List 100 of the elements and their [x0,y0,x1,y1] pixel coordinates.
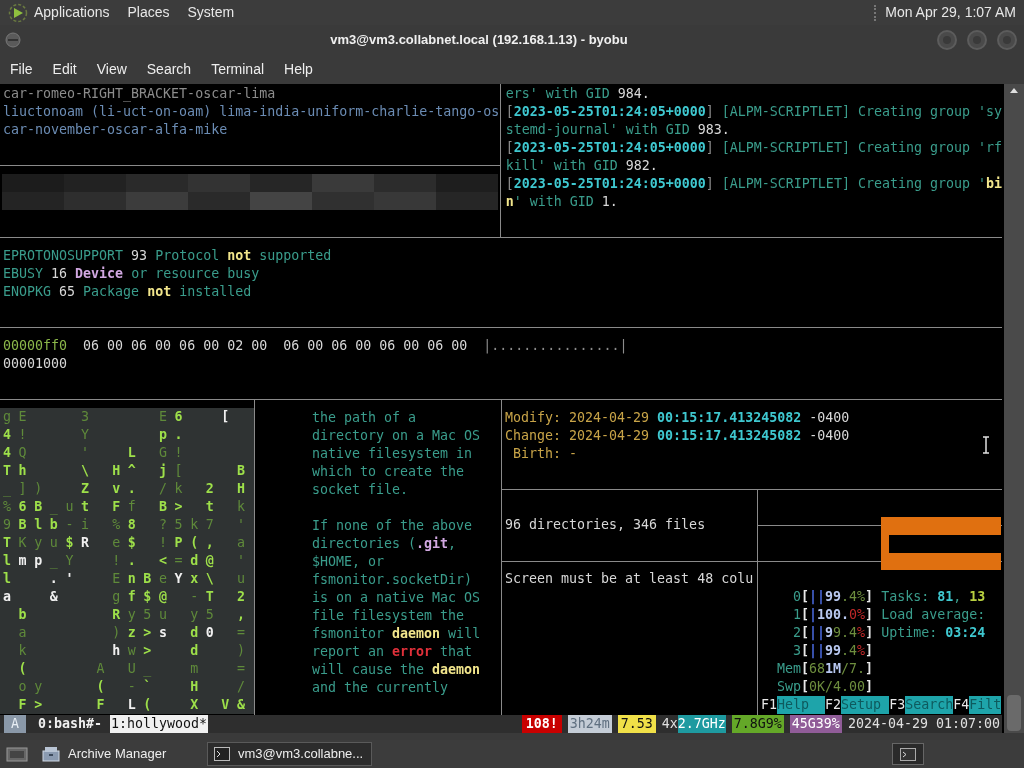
window-tab[interactable]: 1:hollywood* [110,715,209,733]
clock[interactable]: Mon Apr 29, 1:07 AM [885,2,1016,23]
close-button[interactable] [996,29,1018,51]
status-indicator: 4x [661,715,678,733]
matrix-glyph: _ [143,661,152,676]
terminal-line: fsmonitor daemon will [312,625,482,643]
matrix-glyph: u [65,499,74,514]
terminal-line: stemd-journal' with GID 983. [505,121,731,139]
maximize-button[interactable] [966,29,988,51]
scrollbar-thumb[interactable] [1007,695,1021,731]
taskbar-button[interactable]: vm3@vm3.collabne... [207,742,372,766]
terminal-line: EPROTONOSUPPORT 93 Protocol not supported [3,247,333,265]
panel-menu[interactable]: System [187,2,235,23]
matrix-glyph: ) [236,643,245,658]
matrix-glyph: y [127,607,136,622]
menu-item[interactable]: Terminal [211,59,265,80]
menu-item[interactable]: View [96,59,127,80]
terminal-line: 0[||99.4%] Tasks: 81, 13 [792,588,987,606]
matrix-glyph: u [236,571,245,586]
session-label: A [4,715,26,733]
matrix-glyph: k [236,499,245,514]
matrix-glyph: 4 [3,427,11,442]
window-icon[interactable] [4,31,22,49]
matrix-glyph: A [96,661,105,676]
scrollbar[interactable] [1004,84,1024,733]
matrix-glyph: B [34,499,43,514]
matrix-glyph: P [174,535,183,550]
matrix-glyph: 5 [143,607,152,622]
matrix-glyph: p [158,427,167,442]
matrix-glyph: ' [236,553,245,568]
matrix-glyph: ) [34,481,43,496]
matrix-glyph: F [112,499,121,514]
matrix-glyph: F [18,697,27,712]
terminal-line: Swp[0K/4.00] [776,678,875,696]
panel-menu[interactable]: Places [127,2,170,23]
matrix-glyph: , [236,607,245,622]
menu-item[interactable]: Edit [52,59,77,80]
matrix-glyph: . [49,571,58,586]
matrix-glyph: G [158,445,167,460]
matrix-glyph: k [174,481,183,496]
matrix-glyph: ( [143,697,152,712]
matrix-glyph: l [3,571,11,586]
matrix-glyph: ! [18,427,27,442]
menu-item[interactable]: Search [146,59,192,80]
matrix-glyph: Y [174,571,183,586]
matrix-glyph: E [158,409,167,424]
panel-menu[interactable]: Applications [34,2,110,23]
matrix-glyph: ^ [127,463,136,478]
matrix-glyph: . [174,427,183,442]
matrix-glyph: m [190,661,199,676]
matrix-glyph: [ [174,463,183,478]
matrix-glyph: v [112,481,121,496]
matrix-glyph: g [3,409,11,424]
terminal-line: file filesystem the [312,607,466,625]
matrix-glyph: e [158,571,167,586]
matrix-glyph: h [18,463,27,478]
matrix-glyph: B [158,499,167,514]
archive-icon [42,746,60,762]
window-tab[interactable]: 0:bash#- [38,715,103,733]
terminal-line: is on a native Mac OS [312,589,482,607]
matrix-glyph: h [112,643,121,658]
terminal-line: fsmonitor.socketDir) [312,571,474,589]
terminal-line: liuctonoam (li-uct-on-oam) lima-india-uniform-charlie-tango-os [3,103,500,121]
matrix-glyph: X [190,697,199,712]
terminal-line: [2023-05-25T01:24:05+0000] [ALPM-SCRIPTLET] Creating group 'rf [505,139,1002,157]
matrix-glyph: k [190,517,199,532]
status-indicator: 7.8G9% [731,715,784,733]
matrix-glyph: 6 [18,499,27,514]
terminal-line: 00001000 [3,355,69,373]
terminal-line: 1[|100.0%] Load average: [792,606,987,624]
matrix-glyph: - [127,679,136,694]
menu-item[interactable]: Help [284,59,313,80]
matrix-glyph: 9 [3,517,11,532]
matrix-glyph: V [221,697,230,712]
matrix-glyph: H [190,679,199,694]
matrix-glyph: ! [174,445,183,460]
status-indicator: 2.7GHz [677,715,726,733]
matrix-glyph: $ [65,535,74,550]
taskbar-button[interactable]: Archive Manager [36,742,201,766]
matrix-glyph: ! [112,553,121,568]
matrix-glyph: & [236,697,245,712]
tray-terminal-icon[interactable] [892,743,924,765]
matrix-glyph: d [190,553,199,568]
matrix-glyph: e [112,535,121,550]
matrix-glyph: > [143,625,152,640]
logo-icon[interactable] [8,2,28,23]
matrix-glyph: y [190,607,199,622]
terminal-line: socket file. [312,481,410,499]
status-indicator: 7.53 [617,715,656,733]
scroll-up-icon[interactable] [1009,86,1019,94]
matrix-glyph: ] [18,481,27,496]
minimize-button[interactable] [936,29,958,51]
matrix-glyph: T [3,463,11,478]
menu-item[interactable]: File [10,59,33,80]
matrix-glyph: y [34,535,43,550]
status-indicator: 3h24m [567,715,612,733]
matrix-glyph: - [190,589,199,604]
matrix-glyph: d [190,643,199,658]
matrix-glyph: [ [221,409,230,424]
matrix-glyph: T [3,535,11,550]
